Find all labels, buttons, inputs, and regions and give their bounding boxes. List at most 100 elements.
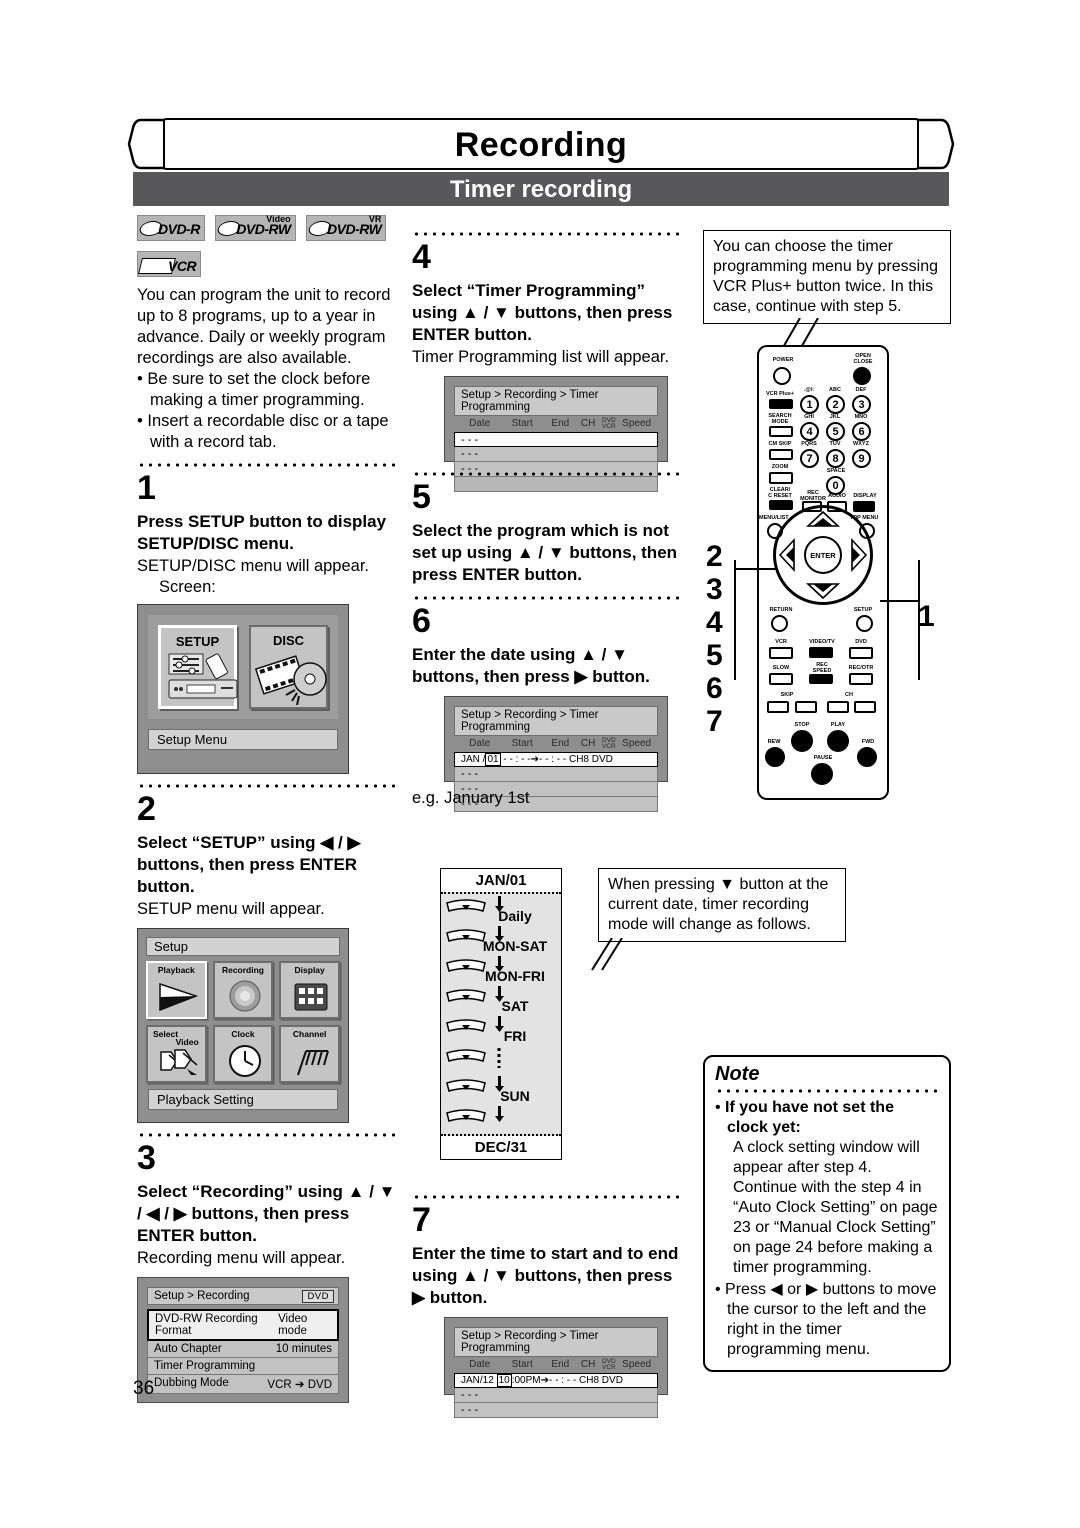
skip-back-button[interactable]	[767, 701, 789, 713]
col-header-start: Start	[511, 1359, 533, 1370]
leader-line-dpad	[734, 568, 776, 570]
table-row[interactable]: - - -	[454, 767, 658, 782]
power-label: POWER	[772, 357, 794, 363]
table-row[interactable]: - - -	[454, 1403, 658, 1418]
play-label: PLAY	[830, 722, 846, 728]
setup-button[interactable]	[856, 615, 873, 632]
table-row[interactable]: - - -	[454, 447, 658, 462]
down-button-glyph	[446, 1049, 486, 1062]
key-3[interactable]: 3	[852, 395, 871, 414]
key-5[interactable]: 5	[826, 422, 845, 441]
key-0-letters: SPACE	[826, 468, 846, 474]
key-8[interactable]: 8	[826, 449, 845, 468]
key-9[interactable]: 9	[852, 449, 871, 468]
step-1-result: SETUP/DISC menu will appear.	[137, 557, 370, 575]
setup-disc-screen: SETUP DISC Setup Menu	[137, 604, 349, 774]
dvd-button[interactable]	[849, 647, 873, 659]
disc-film-icon	[254, 655, 327, 705]
vcr-button[interactable]	[769, 647, 793, 659]
table-row[interactable]: Timer Programming	[147, 1358, 339, 1375]
vcr-plus-callout-text: You can choose the timer programming men…	[713, 238, 938, 315]
col-header-start: Start	[511, 738, 533, 749]
page-number: 36	[133, 1378, 155, 1399]
key-1-letters: .@/:	[803, 387, 815, 393]
entry-day-cursor[interactable]: 01	[485, 753, 501, 766]
setup-disc-tiles: SETUP DISC	[148, 615, 338, 719]
zoom-button[interactable]	[769, 472, 793, 484]
tile-playback[interactable]: Playback	[146, 961, 207, 1019]
header-bar: Recording	[163, 118, 919, 170]
slow-button[interactable]	[769, 673, 793, 685]
key-4[interactable]: 4	[800, 422, 819, 441]
key-2[interactable]: 2	[826, 395, 845, 414]
vcr-plus-button[interactable]	[769, 399, 793, 409]
return-button[interactable]	[771, 615, 788, 632]
recording-menu-title: Setup > Recording DVD	[147, 1287, 339, 1305]
tile-channel[interactable]: Channel	[279, 1025, 340, 1083]
timer-list-title: Setup > Recording > Timer Programming	[454, 386, 658, 416]
tile-display[interactable]: Display	[279, 961, 340, 1019]
media-logo-label: DVD-R	[158, 221, 200, 237]
intro-paragraph: You can program the unit to record up to…	[137, 286, 391, 367]
stop-button[interactable]	[791, 730, 813, 752]
pause-button[interactable]	[811, 763, 833, 785]
table-row[interactable]: - - -	[454, 432, 658, 447]
table-row[interactable]: DVD-RW Recording Format Video mode	[147, 1309, 339, 1341]
key-1[interactable]: 1	[800, 395, 819, 414]
step-7-number: 7	[412, 1201, 431, 1239]
middle-column: 4 Select “Timer Programming” using ▲ / ▼…	[412, 222, 684, 812]
tile-select-video[interactable]: Select Video	[146, 1025, 207, 1083]
step-4-instruction: Select “Timer Programming” using ▲ / ▼ b…	[412, 281, 673, 344]
play-button[interactable]	[827, 730, 849, 752]
search-mode-button[interactable]	[769, 426, 793, 437]
cm-skip-label: CM SKIP	[768, 441, 792, 447]
ch-down-button[interactable]	[827, 701, 849, 713]
direction-pad[interactable]: ENTER	[773, 505, 873, 605]
table-row[interactable]: Dubbing Mode VCR ➔ DVD	[147, 1375, 339, 1394]
step-3-instruction: Select “Recording” using ▲ / ▼ / ◀ / ▶ b…	[137, 1182, 396, 1245]
step-1-screen-label: Screen:	[159, 578, 216, 596]
table-row[interactable]: - - -	[454, 1388, 658, 1403]
fwd-label: FWD	[861, 739, 875, 745]
ch-up-button[interactable]	[854, 701, 876, 713]
intro-bullet-2-text: Insert a recordable disc or a tape with …	[147, 412, 389, 451]
tile-setup[interactable]: SETUP	[158, 625, 238, 709]
video-tv-label: VIDEO/TV	[809, 639, 835, 645]
step-divider	[412, 231, 684, 237]
key-7[interactable]: 7	[800, 449, 819, 468]
rec-otr-label: REC/OTR	[848, 665, 874, 671]
tile-disc[interactable]: DISC	[249, 625, 328, 709]
setup-disc-footer: Setup Menu	[148, 729, 338, 750]
tile-display-label: Display	[294, 965, 325, 975]
skip-forward-button[interactable]	[795, 701, 817, 713]
step-1-instruction: Press SETUP button to display SETUP/DISC…	[137, 512, 387, 553]
tile-recording[interactable]: Recording	[212, 961, 274, 1019]
down-button-glyph	[446, 1109, 486, 1122]
key-6[interactable]: 6	[852, 422, 871, 441]
key-6-letters: MNO	[854, 414, 868, 420]
table-row-active[interactable]: JAN/12 10:00PM➔- - : - - CH8 DVD	[454, 1373, 658, 1388]
open-close-button[interactable]	[853, 367, 871, 385]
cm-skip-button[interactable]	[769, 449, 793, 460]
intro-bullet-2: • Insert a recordable disc or a tape wit…	[137, 412, 389, 451]
vcr-label: VCR	[775, 639, 787, 645]
cycle-step-dotted	[441, 1046, 561, 1076]
fwd-button[interactable]	[857, 747, 877, 767]
note-divider	[715, 1088, 939, 1094]
col-header-dvd-vcr: DVD VCR	[602, 1358, 616, 1371]
remote-control: POWER OPEN CLOSE VCR Plus+ SEARCH MODE CM …	[757, 345, 889, 800]
recording-menu-dvd-tag: DVD	[302, 1290, 334, 1303]
table-row[interactable]: Auto Chapter 10 minutes	[147, 1341, 339, 1358]
video-tv-button[interactable]	[809, 647, 833, 658]
rec-speed-button[interactable]	[809, 674, 833, 684]
entry-hour-cursor[interactable]: 10	[496, 1374, 512, 1387]
rew-button[interactable]	[765, 747, 785, 767]
tile-clock[interactable]: Clock	[212, 1025, 274, 1083]
enter-button[interactable]: ENTER	[804, 536, 842, 574]
table-row-active[interactable]: JAN /01 - - : - -➔- - : - - CH8 DVD	[454, 752, 658, 767]
rec-otr-button[interactable]	[849, 673, 873, 685]
step-2-instruction: Select “SETUP” using ◀ / ▶ buttons, then…	[137, 833, 361, 896]
key-3-letters: DEF	[855, 387, 867, 393]
power-button[interactable]	[773, 367, 791, 385]
record-circle-icon	[229, 980, 261, 1012]
